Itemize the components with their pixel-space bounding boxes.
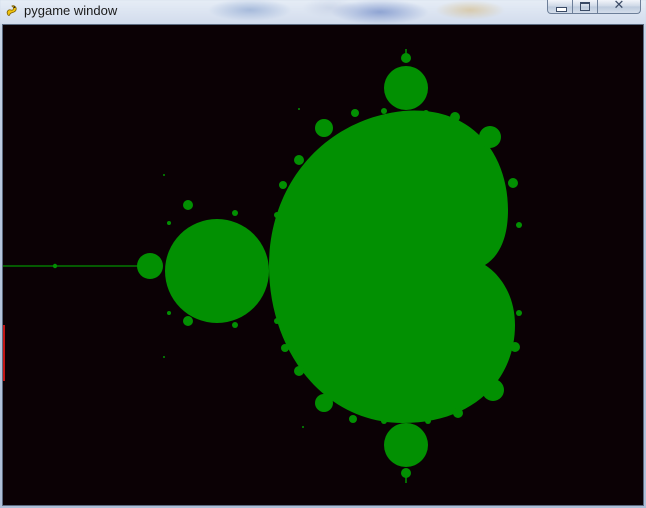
pygame-canvas[interactable] xyxy=(2,24,644,506)
fractal-small-bulb xyxy=(137,253,163,279)
fractal-mini-bulb xyxy=(52,263,58,269)
left-edge-marker xyxy=(3,325,5,381)
pygame-window: pygame window ✕ xyxy=(0,0,646,508)
pygame-snake-icon xyxy=(6,5,17,16)
maximize-button[interactable] xyxy=(573,0,598,14)
fractal-bottom-bulb xyxy=(384,423,428,467)
close-button[interactable]: ✕ xyxy=(598,0,641,14)
fractal-main-cardioid xyxy=(269,110,515,424)
mandelbrot-fractal xyxy=(3,49,522,483)
window-controls: ✕ xyxy=(547,0,641,14)
close-icon: ✕ xyxy=(613,0,625,13)
fractal-period2-bulb xyxy=(165,219,269,323)
fractal-top-bulb xyxy=(384,66,428,110)
window-title: pygame window xyxy=(24,3,118,18)
minimize-button[interactable] xyxy=(547,0,573,14)
